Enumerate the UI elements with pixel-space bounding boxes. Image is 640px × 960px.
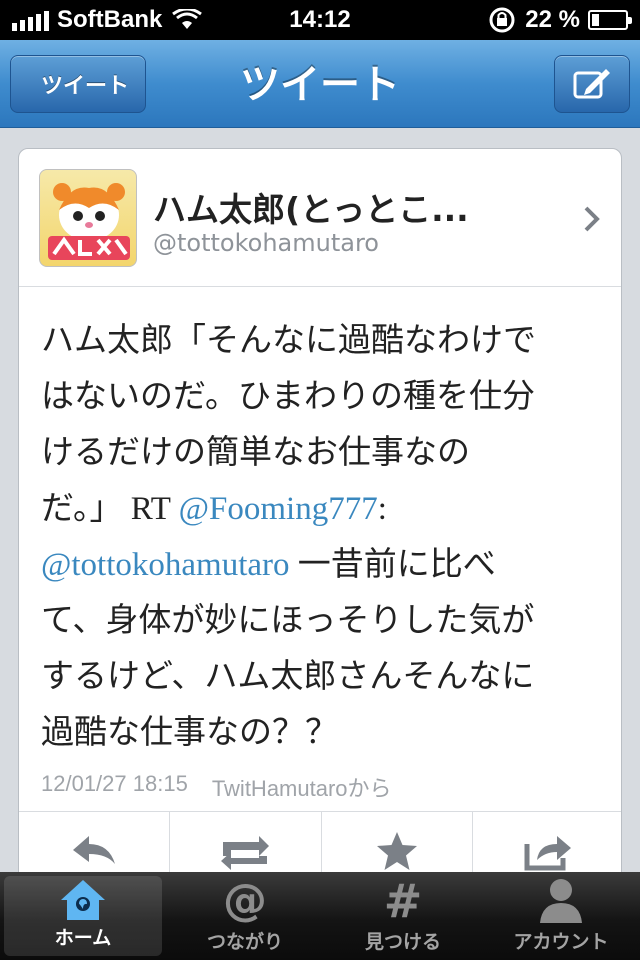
tweet-line: 過酷な仕事なの？？ [41, 715, 338, 751]
tab-home[interactable]: ホーム [4, 876, 162, 956]
status-bar: SoftBank 14:12 22 % [0, 0, 640, 40]
tab-connect[interactable]: @ つながり [166, 872, 324, 960]
person-icon [540, 879, 582, 923]
tweet-author-row[interactable]: ハム太郎(とっとこ... @tottokohamutaro [19, 149, 621, 287]
share-icon [524, 836, 571, 871]
chevron-right-icon [584, 206, 600, 232]
svg-text:#: # [384, 875, 423, 925]
compose-icon [573, 69, 610, 99]
hashtag-icon: # [384, 875, 423, 925]
tab-label: ホーム [54, 927, 112, 949]
tab-bar: ホーム @ つながり # 見つける アカウント [0, 872, 640, 960]
at-icon: @ [223, 875, 267, 925]
tweet-timestamp: 12/01/27 18:15 [41, 771, 188, 796]
tab-label: アカウント [513, 931, 609, 953]
home-icon [61, 879, 105, 920]
rotation-lock-icon [489, 7, 515, 33]
carrier-name: SoftBank [57, 6, 163, 33]
screen-name: @tottokohamutaro [153, 229, 379, 257]
tweet-source: TwitHamutaroから [211, 776, 392, 801]
tweet-meta: 12/01/27 18:15 TwitHamutaroから [19, 761, 621, 803]
tweet-line: て、身体が妙にほっそりした気が [41, 603, 535, 639]
avatar[interactable] [39, 169, 137, 267]
tab-account[interactable]: アカウント [482, 872, 640, 960]
mention-link[interactable]: @Fooming777 [179, 491, 378, 527]
battery-level [592, 14, 600, 26]
wifi-icon [172, 9, 203, 29]
tab-label: 見つける [364, 931, 441, 953]
compose-button[interactable] [554, 55, 630, 113]
mention-link[interactable]: @tottokohamutaro [41, 547, 290, 583]
tweet-line-text: だ。」 RT [41, 491, 179, 527]
hamster-avatar-image [48, 183, 130, 260]
tweet-line: けるだけの簡単なお仕事なの [41, 435, 470, 471]
tweet-text: ハム太郎「そんなに過酷なわけで はないのだ。ひまわりの種を仕分 けるだけの簡単な… [19, 287, 621, 761]
tweet-line: するけど、ハム太郎さんそんなに [41, 659, 535, 695]
page-title: ツイート [240, 62, 400, 108]
tweet-line: @tottokohamutaro 一昔前に比べ [41, 537, 599, 593]
battery-percent: 22 % [525, 6, 580, 33]
tweet-line: ハム太郎「そんなに過酷なわけで [41, 323, 536, 359]
svg-text:@: @ [223, 875, 267, 925]
tweet-card: ハム太郎(とっとこ... @tottokohamutaro ハム太郎「そんなに過… [18, 148, 622, 888]
tweet-line: はないのだ。ひまわりの種を仕分 [41, 379, 536, 415]
reply-icon [73, 836, 116, 864]
signal-strength-icon [12, 9, 49, 31]
battery-icon [588, 10, 632, 30]
retweet-icon [221, 836, 270, 870]
tab-label: つながり [206, 931, 283, 953]
navigation-bar: ツイート ツイート [0, 40, 640, 128]
favorite-icon [376, 832, 417, 870]
tweet-line-text: : [377, 491, 387, 527]
tweet-line-text: 一昔前に比べ [289, 547, 496, 583]
tab-discover[interactable]: # 見つける [324, 872, 482, 960]
tweet-line: だ。」 RT @Fooming777: [41, 481, 599, 537]
display-name: ハム太郎(とっとこ... [153, 190, 469, 229]
